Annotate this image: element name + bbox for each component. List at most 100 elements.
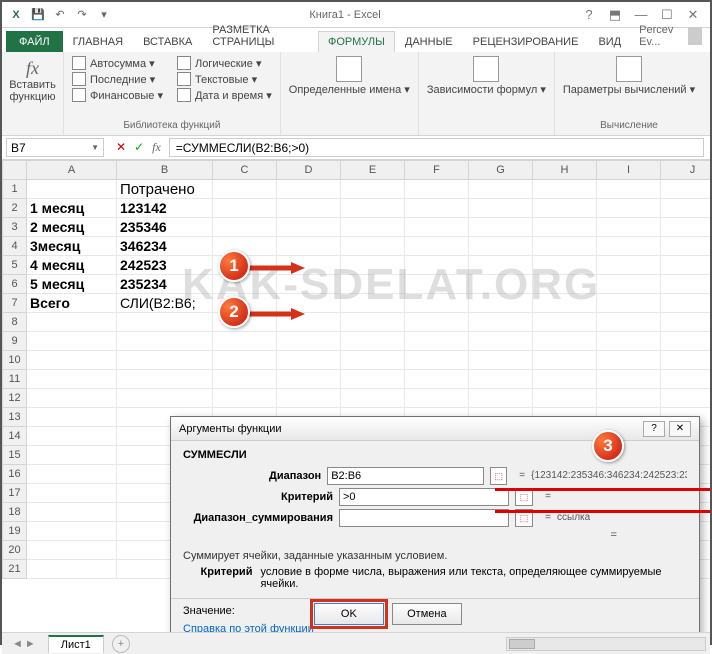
cell-F3[interactable]: [405, 218, 469, 237]
cell-B3[interactable]: 235346: [117, 218, 213, 237]
tab-formulas[interactable]: ФОРМУЛЫ: [318, 31, 395, 52]
row-header[interactable]: 4: [3, 237, 27, 256]
cancel-formula-icon[interactable]: ✕: [116, 140, 126, 155]
datetime-button[interactable]: Дата и время ▾: [177, 88, 272, 102]
cell-C10[interactable]: [213, 351, 277, 370]
cell-G8[interactable]: [469, 313, 533, 332]
cell-D3[interactable]: [277, 218, 341, 237]
col-header[interactable]: B: [117, 161, 213, 180]
cell-A14[interactable]: [27, 427, 117, 446]
col-header[interactable]: J: [661, 161, 711, 180]
col-header[interactable]: G: [469, 161, 533, 180]
cell-E7[interactable]: [341, 294, 405, 313]
cell-A1[interactable]: [27, 180, 117, 199]
row-header[interactable]: 2: [3, 199, 27, 218]
row-header[interactable]: 5: [3, 256, 27, 275]
cell-H8[interactable]: [533, 313, 597, 332]
col-header[interactable]: F: [405, 161, 469, 180]
horizontal-scrollbar[interactable]: [506, 637, 706, 651]
cell-I8[interactable]: [597, 313, 661, 332]
cell-J10[interactable]: [661, 351, 711, 370]
col-header[interactable]: E: [341, 161, 405, 180]
cell-A20[interactable]: [27, 541, 117, 560]
cell-H7[interactable]: [533, 294, 597, 313]
cell-B11[interactable]: [117, 370, 213, 389]
cell-A21[interactable]: [27, 560, 117, 579]
cell-B2[interactable]: 123142: [117, 199, 213, 218]
cell-I12[interactable]: [597, 389, 661, 408]
enter-formula-icon[interactable]: ✓: [134, 140, 144, 155]
cell-A9[interactable]: [27, 332, 117, 351]
cell-E5[interactable]: [341, 256, 405, 275]
cell-H12[interactable]: [533, 389, 597, 408]
cell-J8[interactable]: [661, 313, 711, 332]
col-header[interactable]: C: [213, 161, 277, 180]
cell-I9[interactable]: [597, 332, 661, 351]
cell-D12[interactable]: [277, 389, 341, 408]
cell-B12[interactable]: [117, 389, 213, 408]
cell-E4[interactable]: [341, 237, 405, 256]
row-header[interactable]: 18: [3, 503, 27, 522]
cell-C9[interactable]: [213, 332, 277, 351]
spreadsheet-grid[interactable]: A B C D E F G H I J 1Потрачено21 месяц12…: [2, 160, 710, 654]
cell-J2[interactable]: [661, 199, 711, 218]
cell-I6[interactable]: [597, 275, 661, 294]
cell-G3[interactable]: [469, 218, 533, 237]
cell-D6[interactable]: [277, 275, 341, 294]
tab-data[interactable]: ДАННЫЕ: [395, 31, 463, 52]
cell-C11[interactable]: [213, 370, 277, 389]
cell-C4[interactable]: [213, 237, 277, 256]
row-header[interactable]: 7: [3, 294, 27, 313]
cell-E10[interactable]: [341, 351, 405, 370]
cell-J4[interactable]: [661, 237, 711, 256]
cell-C1[interactable]: [213, 180, 277, 199]
ribbon-opts-icon[interactable]: ⬒: [604, 6, 626, 24]
cell-F8[interactable]: [405, 313, 469, 332]
cell-E6[interactable]: [341, 275, 405, 294]
cell-F6[interactable]: [405, 275, 469, 294]
cell-D11[interactable]: [277, 370, 341, 389]
col-header[interactable]: H: [533, 161, 597, 180]
cell-H5[interactable]: [533, 256, 597, 275]
row-header[interactable]: 9: [3, 332, 27, 351]
sumrange-input[interactable]: [339, 509, 509, 527]
cell-C12[interactable]: [213, 389, 277, 408]
cell-I1[interactable]: [597, 180, 661, 199]
cell-H1[interactable]: [533, 180, 597, 199]
row-header[interactable]: 3: [3, 218, 27, 237]
cell-C2[interactable]: [213, 199, 277, 218]
cell-F11[interactable]: [405, 370, 469, 389]
cell-B4[interactable]: 346234: [117, 237, 213, 256]
save-icon[interactable]: 💾: [30, 7, 46, 23]
cell-J11[interactable]: [661, 370, 711, 389]
cell-A2[interactable]: 1 месяц: [27, 199, 117, 218]
insert-function-button[interactable]: fx Вставить функцию: [2, 52, 64, 135]
row-header[interactable]: 21: [3, 560, 27, 579]
cell-J9[interactable]: [661, 332, 711, 351]
new-sheet-button[interactable]: +: [112, 635, 130, 653]
row-header[interactable]: 15: [3, 446, 27, 465]
cell-J3[interactable]: [661, 218, 711, 237]
cell-A16[interactable]: [27, 465, 117, 484]
cell-J12[interactable]: [661, 389, 711, 408]
logical-button[interactable]: Логические ▾: [177, 56, 272, 70]
cell-I2[interactable]: [597, 199, 661, 218]
cell-I4[interactable]: [597, 237, 661, 256]
cell-A7[interactable]: Всего: [27, 294, 117, 313]
cell-F10[interactable]: [405, 351, 469, 370]
row-header[interactable]: 10: [3, 351, 27, 370]
cell-A5[interactable]: 4 месяц: [27, 256, 117, 275]
cell-E12[interactable]: [341, 389, 405, 408]
cell-H3[interactable]: [533, 218, 597, 237]
tab-review[interactable]: РЕЦЕНЗИРОВАНИЕ: [463, 31, 589, 52]
cell-F1[interactable]: [405, 180, 469, 199]
cell-A18[interactable]: [27, 503, 117, 522]
cell-B10[interactable]: [117, 351, 213, 370]
row-header[interactable]: 17: [3, 484, 27, 503]
tab-nav-prev-icon[interactable]: ◄: [12, 638, 23, 650]
cell-D9[interactable]: [277, 332, 341, 351]
cell-D4[interactable]: [277, 237, 341, 256]
select-all-corner[interactable]: [3, 161, 27, 180]
cell-F12[interactable]: [405, 389, 469, 408]
cell-A11[interactable]: [27, 370, 117, 389]
